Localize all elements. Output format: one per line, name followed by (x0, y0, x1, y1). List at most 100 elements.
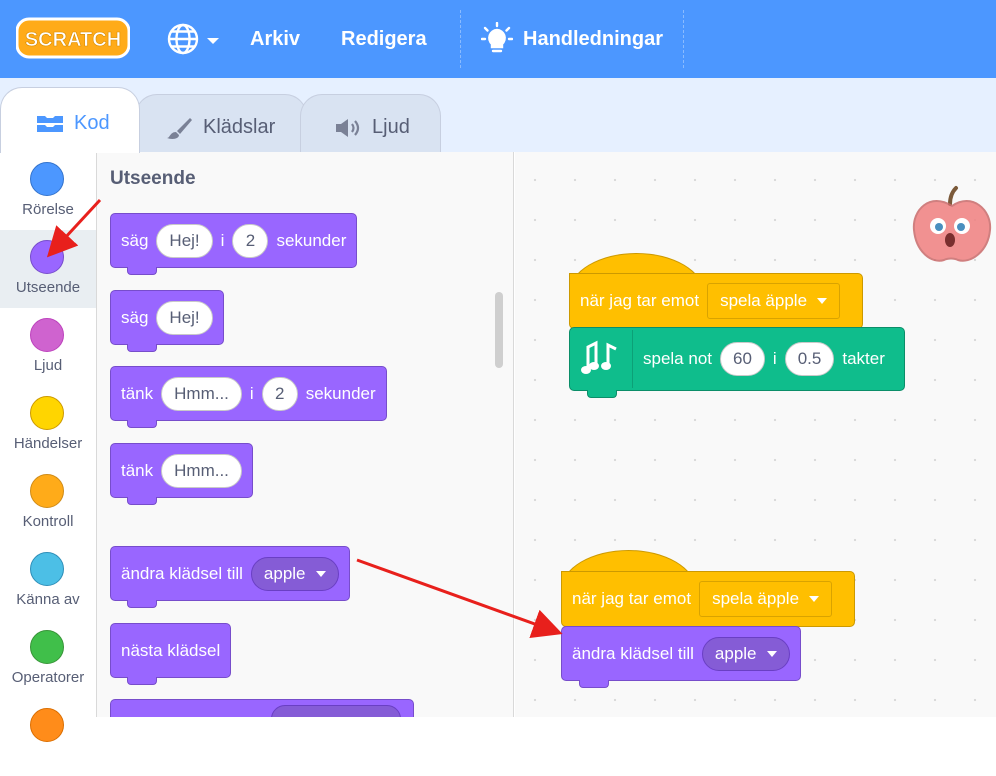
category-label: Operatorer (11, 669, 85, 686)
seconds-input[interactable]: 2 (232, 223, 269, 258)
costume-dropdown[interactable]: apple (701, 636, 790, 671)
partial-dropdown[interactable] (271, 705, 401, 717)
block-switch-costume[interactable]: ändra klädsel till apple (110, 546, 350, 601)
block-notch (127, 267, 157, 275)
block-text: ändra klädsel till (572, 643, 694, 663)
block-partial[interactable] (110, 699, 414, 717)
block-notch (127, 677, 157, 685)
category-label: Rörelse (22, 201, 74, 218)
block-text: nästa klädsel (121, 640, 221, 660)
block-text: sekunder (276, 230, 347, 250)
block-text: tänk (121, 460, 154, 480)
tab-code[interactable]: Kod (0, 87, 140, 153)
message-input[interactable]: Hej! (156, 223, 213, 258)
code-icon (35, 112, 65, 136)
block-text: spela not (643, 349, 712, 368)
tab-costumes[interactable]: Klädslar (135, 94, 307, 154)
costume-dropdown[interactable]: apple (250, 556, 339, 591)
broadcast-dropdown[interactable]: spela äpple (707, 283, 841, 319)
block-think-for-secs[interactable]: tänk Hmm... i 2 sekunder (110, 366, 387, 421)
category-dot (30, 474, 64, 508)
lightbulb-icon[interactable] (480, 21, 514, 56)
menu-file[interactable]: Arkiv (250, 26, 300, 52)
category-control[interactable]: Kontroll (0, 464, 96, 542)
category-dot (30, 708, 64, 742)
block-text: säg (121, 307, 149, 327)
block-notch (127, 497, 157, 505)
block-text: säg (121, 230, 149, 250)
block-think[interactable]: tänk Hmm... (110, 443, 253, 498)
block-notch (587, 390, 617, 398)
dropdown-value: apple (263, 563, 306, 583)
dropdown-caret-icon (766, 650, 777, 657)
category-operators[interactable]: Operatorer (0, 620, 96, 698)
category-motion[interactable]: Rörelse (0, 152, 96, 230)
chevron-down-icon[interactable] (206, 33, 220, 44)
block-say[interactable]: säg Hej! (110, 290, 224, 345)
dropdown-value: spela äpple (712, 589, 800, 608)
seconds-input[interactable]: 2 (261, 376, 298, 411)
block-switch-costume[interactable]: ändra klädsel till apple (561, 626, 801, 681)
category-menu: Rörelse Utseende Ljud Händelser Kontroll… (0, 152, 97, 742)
scratch-logo[interactable]: SCRATCH (16, 16, 130, 60)
beats-input[interactable]: 0.5 (784, 342, 835, 376)
globe-icon[interactable] (166, 22, 200, 56)
message-input[interactable]: Hej! (156, 300, 213, 335)
tab-label: Ljud (372, 116, 410, 138)
category-dot (30, 240, 64, 274)
block-text: när jag tar emot (572, 589, 692, 608)
block-palette: Utseende säg Hej! i 2 sekunder säg Hej! … (97, 152, 514, 717)
block-text: i (772, 349, 777, 368)
menu-tutorials[interactable]: Handledningar (523, 26, 663, 52)
speaker-icon (333, 116, 363, 140)
brush-icon (164, 116, 194, 140)
block-text: när jag tar emot (580, 291, 700, 310)
tab-label: Klädslar (203, 116, 276, 138)
category-sound[interactable]: Ljud (0, 308, 96, 386)
message-input[interactable]: Hmm... (161, 376, 242, 411)
dropdown-caret-icon (809, 596, 820, 602)
block-text: sekunder (305, 383, 376, 403)
category-label: Händelser (13, 435, 83, 452)
block-notch (127, 344, 157, 352)
dropdown-value: apple (714, 643, 757, 663)
block-text: i (220, 230, 225, 250)
script-area[interactable]: när jag tar emot spela äpple spela not 6… (515, 152, 996, 717)
block-say-for-secs[interactable]: säg Hej! i 2 sekunder (110, 213, 358, 268)
tab-label: Kod (74, 112, 110, 134)
apple-sprite-icon (910, 182, 994, 268)
category-dot (30, 552, 64, 586)
block-notch (127, 600, 157, 608)
music-extension-icon (580, 330, 633, 388)
tab-bar: Kod Klädslar Ljud (0, 78, 996, 154)
menu-edit[interactable]: Redigera (341, 26, 427, 52)
block-text: tänk (121, 383, 154, 403)
dropdown-value: spela äpple (720, 291, 808, 310)
dropdown-caret-icon (817, 298, 828, 304)
message-input[interactable]: Hmm... (161, 453, 242, 488)
palette-scrollbar[interactable] (495, 292, 503, 368)
note-input[interactable]: 60 (720, 342, 765, 376)
block-next-costume[interactable]: nästa klädsel (110, 623, 232, 678)
dropdown-caret-icon (315, 570, 326, 577)
category-dot (30, 396, 64, 430)
category-label: Känna av (16, 591, 80, 608)
logo-text: SCRATCH (25, 29, 121, 51)
block-when-i-receive[interactable]: när jag tar emot spela äpple (561, 571, 855, 627)
broadcast-dropdown[interactable]: spela äpple (699, 581, 833, 617)
category-label: Kontroll (22, 513, 74, 530)
tab-sounds[interactable]: Ljud (300, 94, 441, 154)
category-sensing[interactable]: Känna av (0, 542, 96, 620)
menu-divider (683, 10, 684, 68)
category-label: Ljud (33, 357, 63, 374)
category-looks[interactable]: Utseende (0, 230, 96, 308)
block-text: i (249, 383, 254, 403)
block-play-note[interactable]: spela not 60 i 0.5 takter (569, 327, 905, 391)
block-when-i-receive[interactable]: när jag tar emot spela äpple (569, 273, 863, 329)
block-text: takter (842, 349, 885, 368)
category-events[interactable]: Händelser (0, 386, 96, 464)
block-notch (579, 680, 609, 688)
menu-bar: SCRATCH Arkiv Redigera Handledningar (0, 0, 996, 78)
category-dot (30, 630, 64, 664)
category-variables[interactable] (0, 698, 96, 776)
